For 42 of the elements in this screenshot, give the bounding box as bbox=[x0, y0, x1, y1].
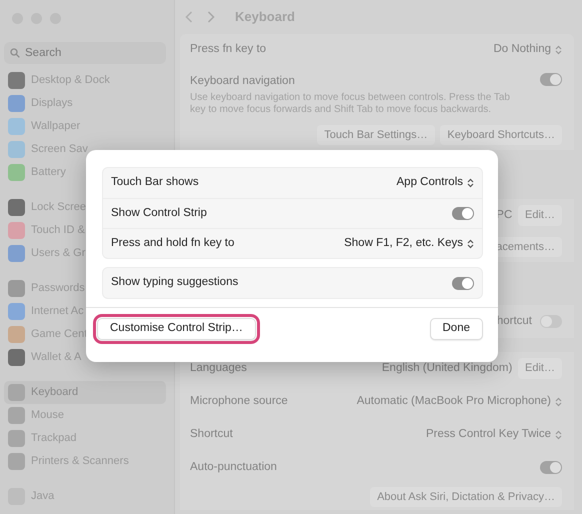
toggle-switch[interactable] bbox=[540, 73, 562, 86]
setting-label: Press and hold fn key to bbox=[111, 236, 234, 251]
updown-icon bbox=[467, 178, 474, 188]
toggle-switch[interactable] bbox=[452, 207, 474, 220]
setting-value: English (United Kingdom) bbox=[382, 360, 512, 376]
select-value: Automatic (MacBook Pro Microphone) bbox=[356, 394, 551, 409]
setting-label: Touch Bar shows bbox=[111, 175, 199, 190]
done-button[interactable]: Done bbox=[430, 318, 483, 340]
toggle-switch[interactable] bbox=[540, 315, 562, 328]
back-icon[interactable] bbox=[185, 11, 193, 23]
edit-button[interactable]: Edit… bbox=[518, 358, 562, 379]
setting-button[interactable]: Touch Bar Settings… bbox=[317, 124, 435, 146]
setting-label: Shortcut bbox=[190, 426, 233, 442]
toggle-switch[interactable] bbox=[452, 276, 474, 290]
toggle-switch[interactable] bbox=[540, 461, 562, 474]
select-control[interactable]: Show F1, F2, etc. Keys bbox=[344, 234, 474, 252]
setting-label: Keyboard navigation bbox=[190, 74, 296, 89]
setting-label: Press fn key to bbox=[190, 42, 266, 57]
select-value: Show F1, F2, etc. Keys bbox=[344, 236, 463, 251]
updown-icon bbox=[467, 238, 474, 248]
select-value: Do Nothing bbox=[493, 42, 551, 57]
edit-button[interactable]: Edit… bbox=[518, 205, 562, 226]
setting-label: hortcut bbox=[496, 314, 532, 329]
search-field[interactable]: Search bbox=[4, 42, 166, 64]
setting-label: Show typing suggestions bbox=[111, 275, 238, 290]
setting-label: Microphone source bbox=[190, 394, 288, 409]
updown-icon bbox=[555, 430, 562, 440]
updown-icon bbox=[555, 396, 562, 406]
select-value: App Controls bbox=[396, 175, 463, 190]
updown-icon bbox=[555, 44, 562, 54]
select-value: Press Control Key Twice bbox=[426, 426, 551, 442]
forward-icon[interactable] bbox=[207, 11, 215, 23]
select-control[interactable]: Press Control Key Twice bbox=[426, 426, 562, 444]
select-control[interactable]: Do Nothing bbox=[493, 40, 562, 58]
select-control[interactable]: Automatic (MacBook Pro Microphone) bbox=[356, 392, 562, 410]
setting-label: Languages bbox=[190, 360, 247, 376]
setting-button[interactable]: About Ask Siri, Dictation & Privacy… bbox=[370, 486, 562, 508]
sidebar-item[interactable]: Keyboard bbox=[4, 381, 166, 404]
setting-label: Show Control Strip bbox=[111, 206, 207, 221]
setting-label: Auto-punctuation bbox=[190, 460, 277, 475]
setting-button[interactable]: Keyboard Shortcuts… bbox=[440, 124, 562, 146]
select-control[interactable]: App Controls bbox=[396, 174, 474, 192]
